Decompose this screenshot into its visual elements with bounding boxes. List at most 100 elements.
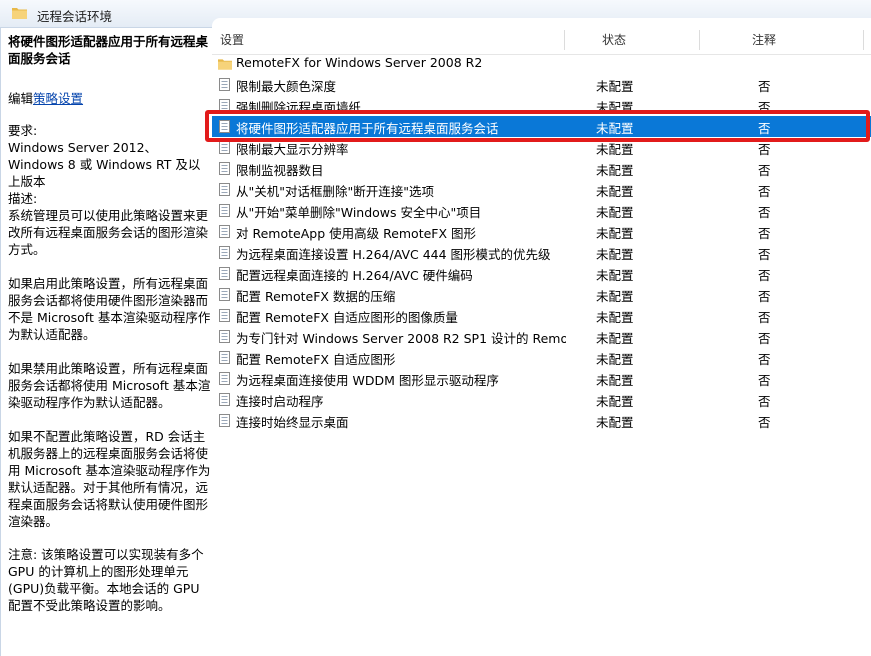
column-divider[interactable]	[699, 30, 700, 50]
policy-setting-icon	[219, 309, 230, 322]
policy-state: 未配置	[596, 289, 634, 304]
policy-row[interactable]: 连接时始终显示桌面 未配置 否	[212, 410, 871, 431]
if-not-configured-text: 如果不配置此策略设置，RD 会话主机服务器上的远程桌面服务会话将使用 Micro…	[8, 429, 211, 529]
policy-name: 从"关机"对话框删除"断开连接"选项	[236, 184, 434, 199]
policy-comment: 否	[758, 121, 771, 136]
description-pane: 将硬件图形适配器应用于所有远程桌面服务会话 编辑策略设置 要求: Windows…	[0, 28, 212, 656]
column-setting[interactable]: 设置	[220, 26, 244, 54]
policy-comment: 否	[758, 373, 771, 388]
if-enabled-text: 如果启用此策略设置，所有远程桌面服务会话都将使用硬件图形渲染器而不是 Micro…	[8, 276, 211, 342]
policy-comment: 否	[758, 331, 771, 346]
edit-policy-line: 编辑策略设置	[8, 88, 83, 107]
policy-state: 未配置	[596, 142, 634, 157]
policy-state: 未配置	[596, 100, 634, 115]
policy-setting-icon	[219, 414, 230, 427]
policy-name: 连接时启动程序	[236, 394, 324, 409]
policy-state: 未配置	[596, 268, 634, 283]
policy-state: 未配置	[596, 79, 634, 94]
policy-comment: 否	[758, 352, 771, 367]
policy-comment: 否	[758, 100, 771, 115]
policy-comment: 否	[758, 226, 771, 241]
policy-setting-icon	[219, 225, 230, 238]
policy-row[interactable]: 强制删除远程桌面墙纸 未配置 否	[212, 95, 871, 116]
policy-state: 未配置	[596, 163, 634, 178]
policy-setting-icon	[219, 141, 230, 154]
requirements-text: 要求: Windows Server 2012、Windows 8 或 Wind…	[8, 123, 201, 189]
policy-state: 未配置	[596, 310, 634, 325]
folder-icon	[12, 8, 27, 19]
policy-setting-icon	[219, 330, 230, 343]
policy-name: 将硬件图形适配器应用于所有远程桌面服务会话	[236, 121, 499, 136]
policy-name: 连接时始终显示桌面	[236, 415, 349, 430]
column-divider[interactable]	[863, 30, 864, 50]
policy-row[interactable]: 为远程桌面连接使用 WDDM 图形显示驱动程序 未配置 否	[212, 368, 871, 389]
policy-setting-icon	[219, 267, 230, 280]
policy-state: 未配置	[596, 205, 634, 220]
policy-setting-icon	[219, 78, 230, 91]
policy-comment: 否	[758, 310, 771, 325]
policy-name: 配置 RemoteFX 自适应图形	[236, 352, 396, 367]
policy-setting-icon	[219, 351, 230, 364]
policy-row[interactable]: 对 RemoteApp 使用高级 RemoteFX 图形 未配置 否	[212, 221, 871, 242]
policy-name: 从"开始"菜单删除"Windows 安全中心"项目	[236, 205, 482, 220]
policy-state: 未配置	[596, 415, 634, 430]
header-title: 远程会话环境	[37, 9, 113, 24]
policy-state: 未配置	[596, 226, 634, 241]
policy-name: 配置 RemoteFX 数据的压缩	[236, 289, 396, 304]
column-header: 设置 状态 注释	[212, 26, 871, 55]
note-text: 注意: 该策略设置可以实现装有多个 GPU 的计算机上的图形处理单元(GPU)负…	[8, 547, 208, 613]
policy-row[interactable]: 配置 RemoteFX 自适应图形的图像质量 未配置 否	[212, 305, 871, 326]
edit-policy-link[interactable]: 策略设置	[33, 91, 83, 106]
policy-setting-icon	[219, 204, 230, 217]
policy-state: 未配置	[596, 373, 634, 388]
policy-name: 为专门针对 Windows Server 2008 R2 SP1 设计的 Rem…	[236, 331, 566, 346]
policy-row[interactable]: 限制最大显示分辨率 未配置 否	[212, 137, 871, 158]
policy-row[interactable]: 配置 RemoteFX 自适应图形 未配置 否	[212, 347, 871, 368]
description-text: 描述: 系统管理员可以使用此策略设置来更改所有远程桌面服务会话的图形渲染方式。	[8, 191, 209, 257]
policy-setting-icon	[219, 162, 230, 175]
policy-row[interactable]: 从"开始"菜单删除"Windows 安全中心"项目 未配置 否	[212, 200, 871, 221]
policy-name: 限制最大颜色深度	[236, 79, 337, 94]
policy-state: 未配置	[596, 247, 634, 262]
policy-name: 为远程桌面连接设置 H.264/AVC 444 图形模式的优先级	[236, 247, 551, 262]
settings-list-pane: 设置 状态 注释 RemoteFX for Windows Server 200…	[212, 18, 871, 656]
policy-row[interactable]: 配置 RemoteFX 数据的压缩 未配置 否	[212, 284, 871, 305]
policy-row[interactable]: 为专门针对 Windows Server 2008 R2 SP1 设计的 Rem…	[212, 326, 871, 347]
policy-row[interactable]: 限制最大颜色深度 未配置 否	[212, 74, 871, 95]
policy-row[interactable]: 配置远程桌面连接的 H.264/AVC 硬件编码 未配置 否	[212, 263, 871, 284]
policy-comment: 否	[758, 184, 771, 199]
column-state[interactable]: 状态	[602, 26, 626, 54]
policy-row[interactable]: 从"关机"对话框删除"断开连接"选项 未配置 否	[212, 179, 871, 200]
policy-comment: 否	[758, 79, 771, 94]
policy-row-selected[interactable]: 将硬件图形适配器应用于所有远程桌面服务会话 未配置 否	[212, 116, 871, 137]
policy-comment: 否	[758, 142, 771, 157]
policy-comment: 否	[758, 247, 771, 262]
policy-name: 为远程桌面连接使用 WDDM 图形显示驱动程序	[236, 373, 499, 388]
policy-state: 未配置	[596, 352, 634, 367]
policy-row[interactable]: 为远程桌面连接设置 H.264/AVC 444 图形模式的优先级 未配置 否	[212, 242, 871, 263]
column-comment[interactable]: 注释	[752, 26, 776, 54]
column-divider[interactable]	[564, 30, 565, 50]
policy-setting-icon	[219, 372, 230, 385]
policy-comment: 否	[758, 289, 771, 304]
policy-name: 配置 RemoteFX 自适应图形的图像质量	[236, 310, 458, 325]
policy-name: 限制监视器数目	[236, 163, 324, 178]
policy-title: 将硬件图形适配器应用于所有远程桌面服务会话	[8, 34, 209, 66]
policy-comment: 否	[758, 205, 771, 220]
policy-row[interactable]: 限制监视器数目 未配置 否	[212, 158, 871, 179]
policy-name: 对 RemoteApp 使用高级 RemoteFX 图形	[236, 226, 477, 241]
policy-comment: 否	[758, 163, 771, 178]
policy-setting-icon	[219, 120, 230, 133]
policy-name: 限制最大显示分辨率	[236, 142, 349, 157]
policy-comment: 否	[758, 415, 771, 430]
policy-state: 未配置	[596, 184, 634, 199]
folder-row[interactable]: RemoteFX for Windows Server 2008 R2	[212, 53, 871, 74]
policy-state: 未配置	[596, 121, 634, 136]
policy-name: 配置远程桌面连接的 H.264/AVC 硬件编码	[236, 268, 473, 283]
policy-comment: 否	[758, 394, 771, 409]
policy-setting-icon	[219, 246, 230, 259]
policy-setting-icon	[219, 183, 230, 196]
policy-comment: 否	[758, 268, 771, 283]
policy-setting-icon	[219, 99, 230, 112]
policy-row[interactable]: 连接时启动程序 未配置 否	[212, 389, 871, 410]
